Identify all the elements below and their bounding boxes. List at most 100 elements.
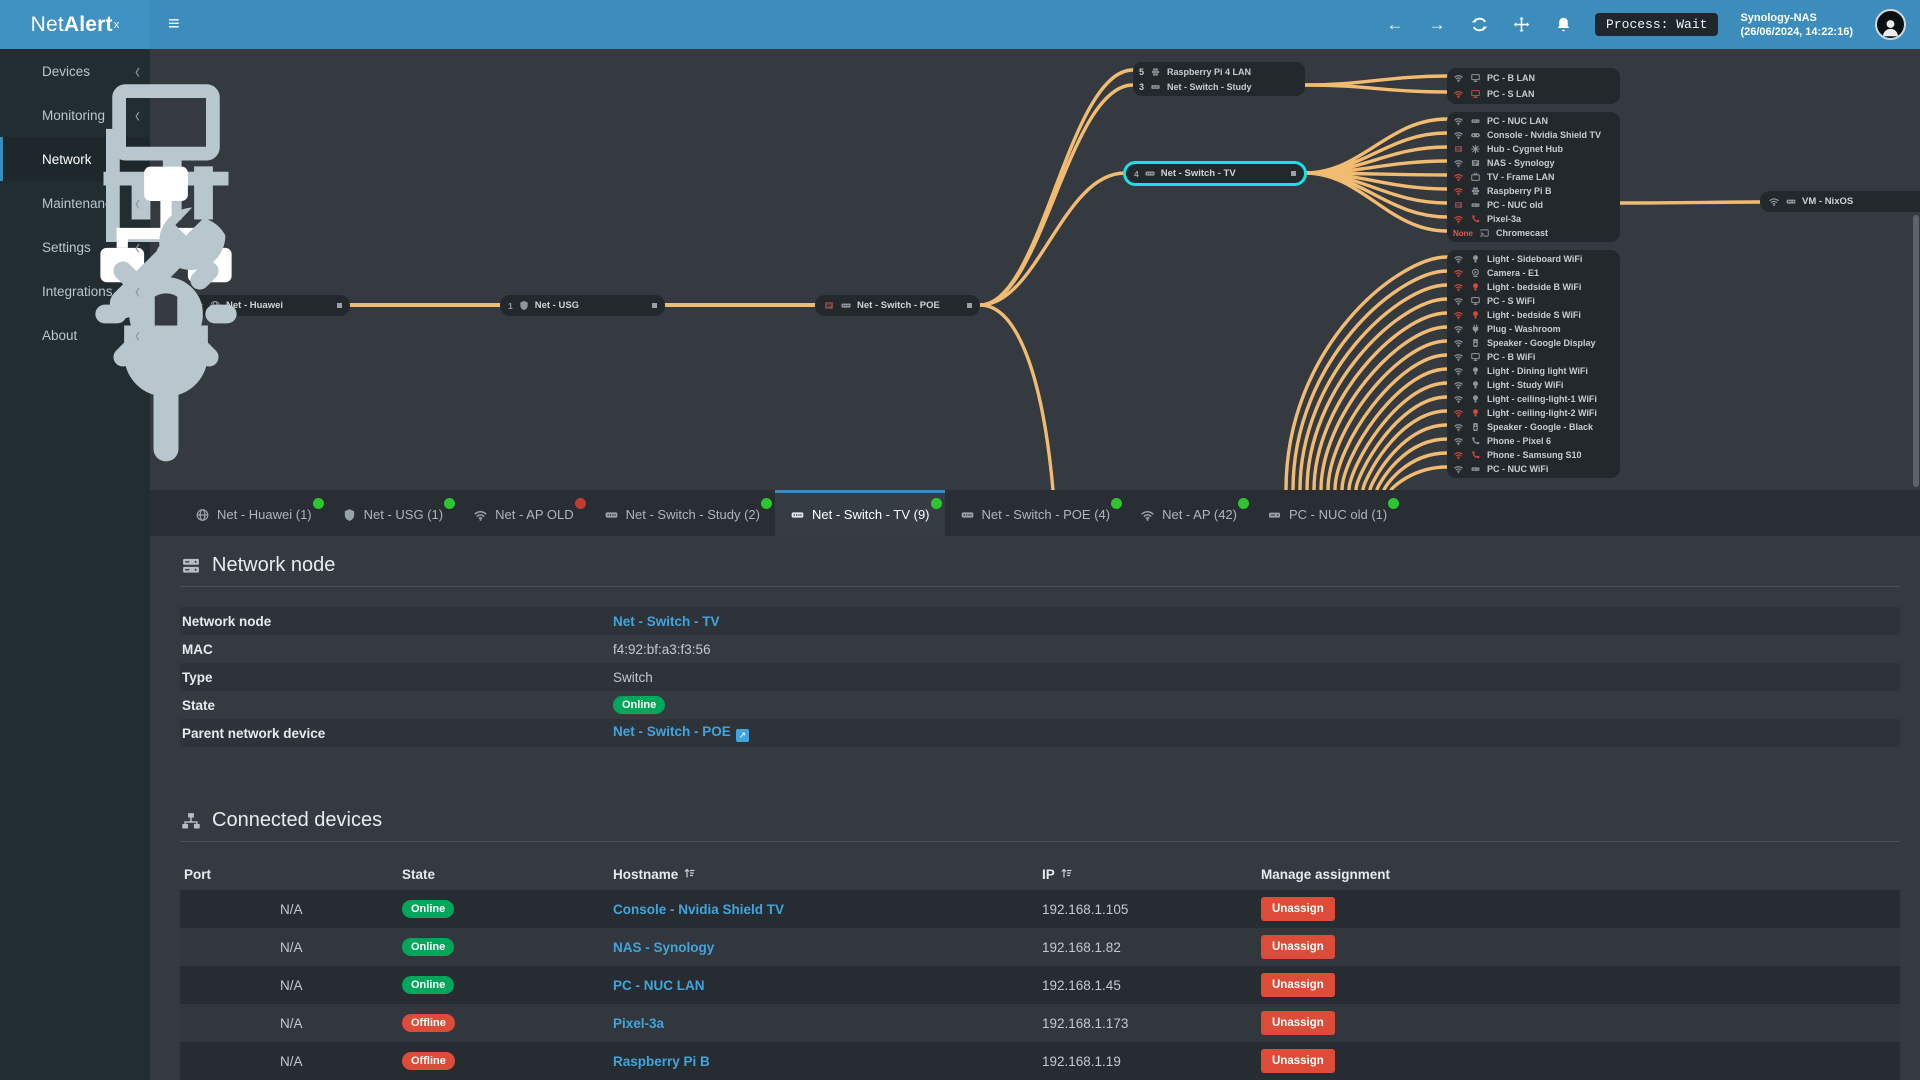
node-pc-nuc-lan[interactable]: PC - NUC LAN <box>1453 114 1614 128</box>
avatar[interactable] <box>1875 9 1906 40</box>
hostname-link[interactable]: PC - NUC LAN <box>613 978 1042 993</box>
bell-icon[interactable] <box>1553 15 1573 35</box>
hub-icon <box>1470 144 1481 154</box>
node-net-switch-study[interactable]: 3 Net - Switch - Study <box>1139 79 1299 94</box>
node-group-study[interactable]: 5 Raspberry Pi 4 LAN 3 Net - Switch - St… <box>1133 62 1305 96</box>
node-phone-samsung-s10[interactable]: Phone - Samsung S10 <box>1453 448 1614 462</box>
node-console-nvidia-shield[interactable]: Console - Nvidia Shield TV <box>1453 128 1614 142</box>
hostname-link[interactable]: Console - Nvidia Shield TV <box>613 902 1042 917</box>
node-raspberry-pi-b[interactable]: Raspberry Pi B <box>1453 184 1614 198</box>
column-ip[interactable]: IP <box>1042 867 1261 882</box>
node-handle[interactable] <box>967 303 972 308</box>
node-detail-panel: Network node Network node Net - Switch -… <box>150 536 1920 1080</box>
move-icon[interactable] <box>1511 15 1531 35</box>
network-topology-diagram[interactable]: Net - Huawei 1 Net - USG Net - Switch - … <box>150 49 1920 490</box>
node-label: Camera - E1 <box>1487 268 1540 278</box>
back-arrow-icon[interactable]: ← <box>1385 15 1405 35</box>
forward-arrow-icon[interactable]: → <box>1427 15 1447 35</box>
refresh-icon[interactable] <box>1469 15 1489 35</box>
tab-net-switch-tv[interactable]: Net - Switch - TV (9) <box>775 490 945 536</box>
node-pc-b-lan[interactable]: PC - B LAN <box>1453 70 1614 86</box>
node-net-usg[interactable]: 1 Net - USG <box>500 295 665 316</box>
monitor-icon <box>1470 352 1481 362</box>
node-light-bedside-s[interactable]: Light - bedside S WiFi <box>1453 308 1614 322</box>
column-state: State <box>402 866 436 882</box>
node-label: Net - Switch - Study <box>1167 81 1252 92</box>
unassign-button[interactable]: Unassign <box>1261 1049 1335 1073</box>
node-vm-nixos[interactable]: VM - NixOS <box>1760 191 1920 212</box>
parent-node-link[interactable]: Net - Switch - POE <box>613 724 731 739</box>
sort-icon[interactable] <box>1060 867 1073 879</box>
node-chromecast[interactable]: None Chromecast <box>1453 226 1614 240</box>
node-pc-s-wifi[interactable]: PC - S WiFi <box>1453 294 1614 308</box>
unassign-button[interactable]: Unassign <box>1261 935 1335 959</box>
node-handle[interactable] <box>1291 171 1296 176</box>
node-pixel-3a[interactable]: Pixel-3a <box>1453 212 1614 226</box>
unassign-button[interactable]: Unassign <box>1261 973 1335 997</box>
tab-net-usg[interactable]: Net - USG (1) <box>327 490 458 536</box>
tab-net-huawei[interactable]: Net - Huawei (1) <box>180 490 327 536</box>
node-handle[interactable] <box>652 303 657 308</box>
unassign-button[interactable]: Unassign <box>1261 1011 1335 1035</box>
node-light-study[interactable]: Light - Study WiFi <box>1453 378 1614 392</box>
tab-net-switch-poe[interactable]: Net - Switch - POE (4) <box>945 490 1126 536</box>
app-logo[interactable]: Net Alert x <box>0 0 150 49</box>
node-handle[interactable] <box>337 303 342 308</box>
unassign-button[interactable]: Unassign <box>1261 897 1335 921</box>
hostname-link[interactable]: Pixel-3a <box>613 1016 1042 1031</box>
node-light-sideboard[interactable]: Light - Sideboard WiFi <box>1453 252 1614 266</box>
node-net-switch-tv-selected[interactable]: 4 Net - Switch - TV <box>1123 161 1307 186</box>
tab-net-switch-study[interactable]: Net - Switch - Study (2) <box>589 490 775 536</box>
node-camera-e1[interactable]: Camera - E1 <box>1453 266 1614 280</box>
diagram-scrollbar[interactable] <box>1913 215 1919 487</box>
network-node-link[interactable]: Net - Switch - TV <box>613 614 1900 629</box>
status-badge: Online <box>402 900 455 918</box>
node-label: PC - NUC old <box>1487 200 1543 210</box>
node-tv-frame-lan[interactable]: TV - Frame LAN <box>1453 170 1614 184</box>
node-hub-cygnet[interactable]: Hub - Cygnet Hub <box>1453 142 1614 156</box>
wifi-icon <box>1453 310 1464 320</box>
node-speaker-google-display[interactable]: Speaker - Google Display <box>1453 336 1614 350</box>
status-dot-green <box>1238 498 1249 509</box>
node-group-tv-children[interactable]: PC - NUC LAN Console - Nvidia Shield TV … <box>1447 112 1620 242</box>
node-phone-pixel-6[interactable]: Phone - Pixel 6 <box>1453 434 1614 448</box>
server-icon <box>180 556 202 576</box>
hostname-link[interactable]: NAS - Synology <box>613 940 1042 955</box>
node-plug-washroom[interactable]: Plug - Washroom <box>1453 322 1614 336</box>
sort-icon[interactable] <box>683 867 696 879</box>
node-light-bedside-b[interactable]: Light - bedside B WiFi <box>1453 280 1614 294</box>
node-raspberry-pi4-lan[interactable]: 5 Raspberry Pi 4 LAN <box>1139 64 1299 79</box>
wifi-icon <box>1453 450 1464 460</box>
tab-net-ap-old[interactable]: Net - AP OLD <box>458 490 589 536</box>
node-pc-nuc-old[interactable]: PC - NUC old <box>1453 198 1614 212</box>
nas-icon <box>1470 158 1481 168</box>
tab-pc-nuc-old[interactable]: PC - NUC old (1) <box>1252 490 1402 536</box>
column-hostname[interactable]: Hostname <box>613 867 1042 882</box>
sidebar-item-devices[interactable]: Devices ‹ <box>0 49 150 93</box>
wifi-icon <box>473 508 488 522</box>
node-group-wifi-devices[interactable]: Light - Sideboard WiFi Camera - E1 Light… <box>1447 250 1620 478</box>
nuc-icon <box>1785 196 1797 207</box>
node-group-study-children[interactable]: PC - B LAN PC - S LAN <box>1447 68 1620 104</box>
node-nas-synology[interactable]: NAS - Synology <box>1453 156 1614 170</box>
node-light-ceiling-2[interactable]: Light - ceiling-light-2 WiFi <box>1453 406 1614 420</box>
tab-net-ap[interactable]: Net - AP (42) <box>1125 490 1252 536</box>
process-status-badge[interactable]: Process: Wait <box>1595 13 1719 36</box>
port-none-label: None <box>1453 228 1473 238</box>
node-speaker-google-black[interactable]: Speaker - Google - Black <box>1453 420 1614 434</box>
external-link-icon[interactable]: ↗ <box>735 729 749 742</box>
hostname-link[interactable]: Raspberry Pi B <box>613 1054 1042 1069</box>
node-light-ceiling-1[interactable]: Light - ceiling-light-1 WiFi <box>1453 392 1614 406</box>
nuc-icon <box>1470 116 1481 126</box>
node-label: PC - NUC LAN <box>1487 116 1548 126</box>
node-light-dining[interactable]: Light - Dining light WiFi <box>1453 364 1614 378</box>
node-pc-nuc-wifi[interactable]: PC - NUC WiFi <box>1453 462 1614 476</box>
table-row: N/A Offline Pixel-3a 192.168.1.173 Unass… <box>180 1004 1900 1042</box>
node-pc-s-lan[interactable]: PC - S LAN <box>1453 86 1614 102</box>
speaker-icon <box>1470 422 1481 432</box>
sidebar-item-label: Maintenance <box>42 195 120 211</box>
node-net-switch-poe[interactable]: Net - Switch - POE <box>815 295 980 316</box>
node-pc-b-wifi[interactable]: PC - B WiFi <box>1453 350 1614 364</box>
hamburger-menu-icon[interactable]: ≡ <box>150 13 198 36</box>
tv-icon <box>1470 172 1481 182</box>
